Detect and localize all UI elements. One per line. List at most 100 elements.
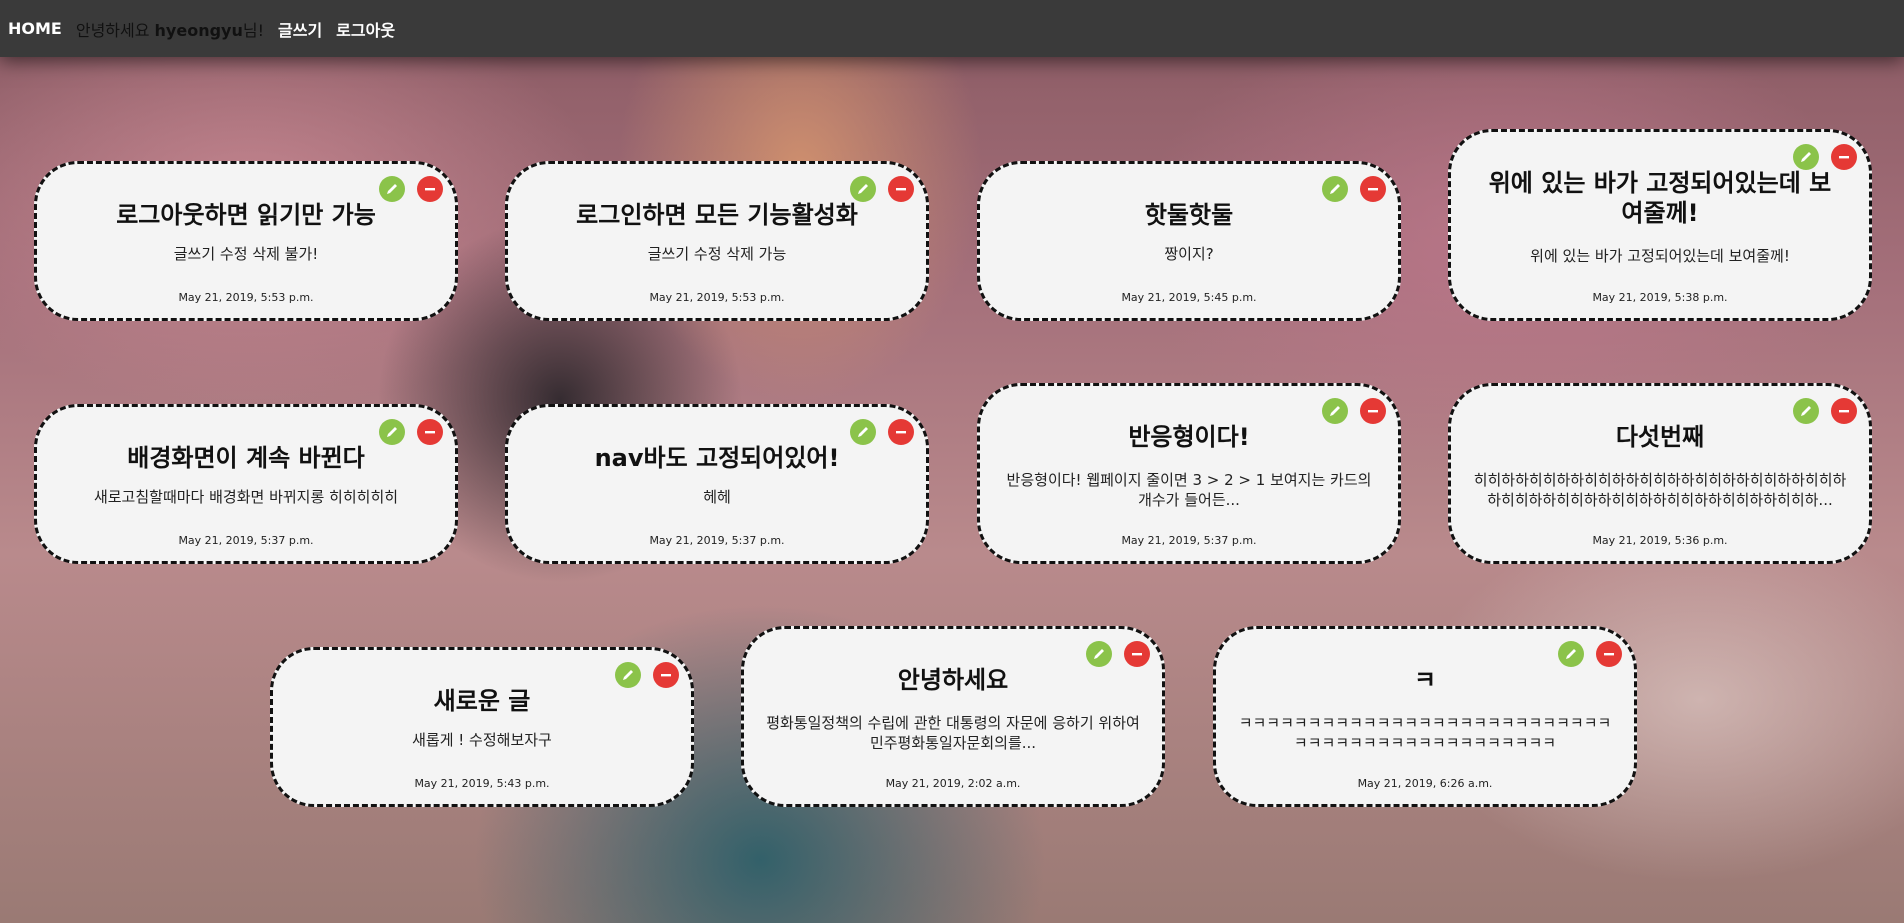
post-card[interactable]: nav바도 고정되어있어! 헤헤 May 21, 2019, 5:37 p.m. (505, 404, 929, 564)
delete-button[interactable] (1831, 144, 1857, 170)
card-actions (850, 176, 914, 202)
pencil-icon (623, 670, 633, 680)
post-card[interactable]: 로그아웃하면 읽기만 가능 글쓰기 수정 삭제 불가! May 21, 2019… (34, 161, 458, 321)
post-body: 짱이지? (1164, 245, 1214, 263)
card-actions (1558, 641, 1622, 667)
edit-button[interactable] (1793, 398, 1819, 424)
pencil-icon (1801, 152, 1811, 162)
pencil-icon (1094, 649, 1104, 659)
post-date: May 21, 2019, 5:37 p.m. (178, 534, 314, 547)
card-actions (1322, 176, 1386, 202)
post-date: May 21, 2019, 2:02 a.m. (885, 777, 1021, 790)
edit-button[interactable] (379, 176, 405, 202)
post-card[interactable]: 새로운 글 새롭게 ! 수정해보자구 May 21, 2019, 5:43 p.… (270, 647, 694, 807)
pencil-icon (1566, 649, 1576, 659)
post-body: 새롭게 ! 수정해보자구 (412, 731, 552, 749)
post-body: 평화통일정책의 수립에 관한 대통령의 자문에 응하기 위하여 민주평화통일자문… (766, 714, 1140, 752)
post-title[interactable]: 반응형이다! (1008, 422, 1370, 452)
post-body: 새로고침할때마다 배경화면 바뀌지롱 히히히히히 (93, 488, 399, 506)
minus-icon (896, 188, 906, 191)
nav-home-link[interactable]: HOME (8, 19, 62, 38)
post-date: May 21, 2019, 5:38 p.m. (1592, 291, 1728, 304)
post-body: 반응형이다! 웹페이지 줄이면 3 > 2 > 1 보여지는 카드의 개수가 들… (1006, 471, 1372, 509)
delete-button[interactable] (1124, 641, 1150, 667)
minus-icon (1604, 653, 1614, 656)
post-body: 글쓰기 수정 삭제 불가! (173, 245, 319, 263)
post-card[interactable]: 안녕하세요 평화통일정책의 수립에 관한 대통령의 자문에 응하기 위하여 민주… (741, 626, 1165, 807)
pencil-icon (387, 184, 397, 194)
minus-icon (1368, 188, 1378, 191)
post-card[interactable]: 로그인하면 모든 기능활성화 글쓰기 수정 삭제 가능 May 21, 2019… (505, 161, 929, 321)
delete-button[interactable] (1831, 398, 1857, 424)
pencil-icon (858, 184, 868, 194)
post-date: May 21, 2019, 5:53 p.m. (178, 291, 314, 304)
card-actions (379, 419, 443, 445)
post-date: May 21, 2019, 6:26 a.m. (1357, 777, 1493, 790)
edit-button[interactable] (615, 662, 641, 688)
post-body: 위에 있는 바가 고정되어있는데 보여줄께! (1530, 247, 1790, 265)
delete-button[interactable] (1360, 398, 1386, 424)
pencil-icon (1801, 406, 1811, 416)
delete-button[interactable] (1360, 176, 1386, 202)
post-card[interactable]: 다섯번째 히히하하히히하하히히하하히히하하히히하하히히하하히히하하히히하하히히하… (1448, 383, 1872, 564)
minus-icon (1839, 410, 1849, 413)
minus-icon (661, 674, 671, 677)
post-date: May 21, 2019, 5:45 p.m. (1121, 291, 1257, 304)
post-body: 글쓰기 수정 삭제 가능 (647, 245, 787, 263)
edit-button[interactable] (1086, 641, 1112, 667)
post-title[interactable]: 다섯번째 (1479, 422, 1841, 452)
post-title[interactable]: 안녕하세요 (772, 665, 1134, 695)
post-card[interactable]: 배경화면이 계속 바뀐다 새로고침할때마다 배경화면 바뀌지롱 히히히히히 Ma… (34, 404, 458, 564)
post-card[interactable]: 반응형이다! 반응형이다! 웹페이지 줄이면 3 > 2 > 1 보여지는 카드… (977, 383, 1401, 564)
post-body: 헤헤 (703, 488, 731, 506)
post-title[interactable]: ㅋ (1244, 665, 1606, 695)
edit-button[interactable] (1322, 398, 1348, 424)
post-title[interactable]: 배경화면이 계속 바뀐다 (65, 443, 427, 473)
card-actions (1793, 398, 1857, 424)
card-actions (615, 662, 679, 688)
pencil-icon (1330, 406, 1340, 416)
post-title[interactable]: 핫둘핫둘 (1008, 200, 1370, 230)
delete-button[interactable] (888, 419, 914, 445)
post-date: May 21, 2019, 5:53 p.m. (649, 291, 785, 304)
nav-username: hyeongyu (154, 20, 243, 40)
nav-greeting: 안녕하세요 hyeongyu님! (76, 17, 264, 41)
post-date: May 21, 2019, 5:37 p.m. (649, 534, 785, 547)
post-date: May 21, 2019, 5:43 p.m. (414, 777, 550, 790)
edit-button[interactable] (379, 419, 405, 445)
post-title[interactable]: 위에 있는 바가 고정되어있는데 보여줄께! (1479, 168, 1841, 228)
nav-logout-link[interactable]: 로그아웃 (336, 17, 395, 41)
post-card[interactable]: 위에 있는 바가 고정되어있는데 보여줄께! 위에 있는 바가 고정되어있는데 … (1448, 129, 1872, 321)
pencil-icon (858, 427, 868, 437)
post-date: May 21, 2019, 5:37 p.m. (1121, 534, 1257, 547)
minus-icon (1132, 653, 1142, 656)
edit-button[interactable] (850, 419, 876, 445)
post-card[interactable]: 핫둘핫둘 짱이지? May 21, 2019, 5:45 p.m. (977, 161, 1401, 321)
post-title[interactable]: 로그인하면 모든 기능활성화 (536, 200, 898, 230)
delete-button[interactable] (653, 662, 679, 688)
edit-button[interactable] (1558, 641, 1584, 667)
delete-button[interactable] (417, 419, 443, 445)
post-title[interactable]: 로그아웃하면 읽기만 가능 (65, 200, 427, 230)
edit-button[interactable] (1322, 176, 1348, 202)
minus-icon (1368, 410, 1378, 413)
nav-write-link[interactable]: 글쓰기 (278, 17, 322, 41)
delete-button[interactable] (888, 176, 914, 202)
top-nav: HOME 안녕하세요 hyeongyu님! 글쓰기 로그아웃 (0, 0, 1904, 57)
card-actions (1086, 641, 1150, 667)
card-actions (1322, 398, 1386, 424)
post-title[interactable]: nav바도 고정되어있어! (536, 443, 898, 473)
delete-button[interactable] (1596, 641, 1622, 667)
greeting-suffix: 님! (242, 20, 264, 40)
post-card[interactable]: ㅋ ㅋㅋㅋㅋㅋㅋㅋㅋㅋㅋㅋㅋㅋㅋㅋㅋㅋㅋㅋㅋㅋㅋㅋㅋㅋㅋㅋㅋㅋㅋㅋㅋㅋㅋㅋㅋㅋㅋ… (1213, 626, 1637, 807)
edit-button[interactable] (1793, 144, 1819, 170)
minus-icon (896, 431, 906, 434)
delete-button[interactable] (417, 176, 443, 202)
minus-icon (425, 431, 435, 434)
pencil-icon (1330, 184, 1340, 194)
post-body: ㅋㅋㅋㅋㅋㅋㅋㅋㅋㅋㅋㅋㅋㅋㅋㅋㅋㅋㅋㅋㅋㅋㅋㅋㅋㅋㅋㅋㅋㅋㅋㅋㅋㅋㅋㅋㅋㅋㅋㅋ… (1238, 714, 1612, 752)
greeting-prefix: 안녕하세요 (75, 20, 155, 40)
post-title[interactable]: 새로운 글 (301, 686, 663, 716)
card-actions (379, 176, 443, 202)
edit-button[interactable] (850, 176, 876, 202)
